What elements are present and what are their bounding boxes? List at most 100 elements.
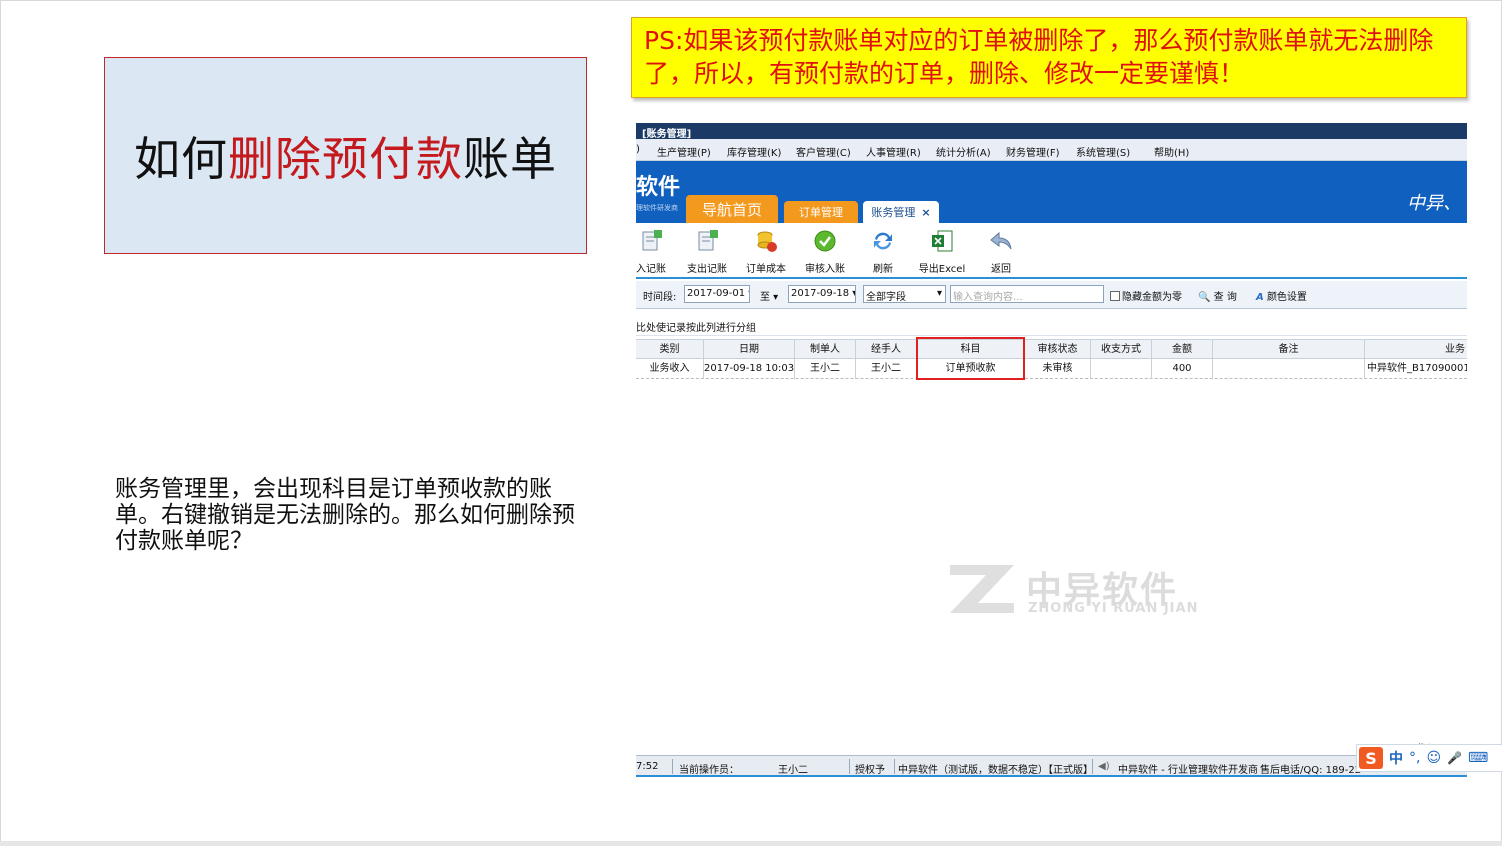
close-icon[interactable]: × <box>921 206 930 219</box>
menu-bar: ) 生产管理(P) 库存管理(K) 客户管理(C) 人事管理(R) 统计分析(A… <box>636 139 1467 161</box>
banner-signature: 中异、 <box>1407 193 1461 214</box>
hide-zero-checkbox[interactable]: 隐藏金额为零 <box>1110 288 1182 303</box>
table-cell: 王小二 <box>856 359 917 379</box>
export-excel-button[interactable]: 导出Excel <box>917 229 967 275</box>
menu-item-help[interactable]: 帮助(H) <box>1154 144 1189 159</box>
slide-title-box: 如何删除预付款账单 <box>104 57 587 254</box>
table-header: 类别 日期 制单人 经手人 科目 审核状态 收支方式 金额 备注 业务 <box>636 339 1467 360</box>
table-cell: 中异软件_B17090001 <box>1367 363 1467 374</box>
slide-bottom-bar <box>0 841 1502 846</box>
checkbox-icon <box>1110 291 1120 301</box>
title-part-2: 账单 <box>463 131 557 186</box>
title-part-red: 删除预付款 <box>228 131 463 186</box>
table-cell: 400 <box>1152 359 1213 379</box>
tab-home[interactable]: 导航首页 <box>686 195 778 223</box>
table-cell: 业务收入 <box>636 359 704 379</box>
income-record-button[interactable]: 入记账 <box>636 229 676 275</box>
menu-item-finance[interactable]: 财务管理(F) <box>1006 144 1060 159</box>
table-row[interactable]: 业务收入 2017-09-18 10:03 王小二 王小二 订单预收款 未审核 … <box>636 359 1467 379</box>
table-cell <box>1091 359 1152 379</box>
field-select[interactable]: 全部字段 ▾ <box>863 285 946 303</box>
app-screenshot: [账务管理] ) 生产管理(P) 库存管理(K) 客户管理(C) 人事管理(R)… <box>636 123 1467 778</box>
check-circle-icon <box>814 230 836 252</box>
palette-icon: A <box>1256 292 1264 303</box>
toolbar-label: 订单成本 <box>746 264 786 275</box>
back-button[interactable]: 返回 <box>976 229 1026 275</box>
search-button-label: 查 询 <box>1213 292 1237 303</box>
date-from-picker[interactable]: 2017-09-01 ▾ <box>684 285 750 303</box>
watermark: 中异软件 ZHONG YI RUAN JIAN <box>948 561 1228 621</box>
toolbar-label: 导出Excel <box>918 264 966 275</box>
title-part-1: 如何 <box>134 131 228 186</box>
speaker-icon: ◀) <box>1098 761 1110 772</box>
menu-item-inventory[interactable]: 库存管理(K) <box>727 144 781 159</box>
color-settings-label: 颜色设置 <box>1266 292 1307 303</box>
watermark-en: ZHONG YI RUAN JIAN <box>1028 601 1199 616</box>
column-header[interactable]: 金额 <box>1152 340 1213 360</box>
microphone-icon[interactable]: 🎤 <box>1447 751 1462 765</box>
column-header[interactable]: 经手人 <box>856 340 917 360</box>
expense-record-button[interactable]: 支出记账 <box>682 229 732 275</box>
column-header[interactable]: 制单人 <box>795 340 856 360</box>
date-to-value: 2017-09-18 <box>791 288 850 299</box>
menu-item-statistics[interactable]: 统计分析(A) <box>936 144 991 159</box>
status-separator <box>1092 759 1093 774</box>
ime-toolbar[interactable]: S 中 °, ☺ 🎤 ⌨ <box>1356 744 1502 772</box>
status-company: 中异软件 - 行业管理软件开发商 <box>1118 765 1258 776</box>
banner-subtitle: 理软件研发商 <box>636 204 678 212</box>
keyboard-icon[interactable]: ⌨ <box>1468 750 1488 766</box>
table-divider <box>636 335 1467 336</box>
menu-item-production[interactable]: 生产管理(P) <box>657 144 711 159</box>
menu-item-customer[interactable]: 客户管理(C) <box>796 144 851 159</box>
toolbar-label: 返回 <box>991 264 1011 275</box>
refresh-button[interactable]: 刷新 <box>858 229 908 275</box>
subject-column-highlight <box>916 337 1025 380</box>
column-header[interactable]: 备注 <box>1213 340 1365 360</box>
column-header[interactable]: 收支方式 <box>1091 340 1152 360</box>
column-header[interactable]: 类别 <box>636 340 704 360</box>
column-header[interactable]: 审核状态 <box>1025 340 1091 360</box>
zhongyi-logo-icon <box>950 565 1014 613</box>
table-cell: 王小二 <box>795 359 856 379</box>
banner-logo: 软件 <box>636 175 681 200</box>
search-input[interactable]: 输入查询内容... <box>950 285 1104 303</box>
to-label-text: 至 <box>760 292 770 303</box>
window-caption: [账务管理] <box>636 123 1467 140</box>
toolbar-label: 入记账 <box>636 264 666 275</box>
color-settings-button[interactable]: A 颜色设置 <box>1256 288 1307 303</box>
ime-language[interactable]: 中 <box>1389 748 1403 768</box>
date-to-picker[interactable]: 2017-09-18 ▾ <box>788 285 856 303</box>
column-header[interactable]: 业务 <box>1365 340 1467 360</box>
refresh-icon <box>874 232 892 250</box>
chevron-down-icon: ▾ <box>936 288 942 299</box>
filter-bar: 时间段: 2017-09-01 ▾ 至 ▾ 2017-09-18 ▾ 全部字段 ▾… <box>636 281 1467 309</box>
column-header[interactable]: 日期 <box>704 340 795 360</box>
toolbar: 入记账 支出记账 订单成本 审核入账 刷新 导出Excel 返回 <box>636 223 1467 279</box>
slide-title: 如何删除预付款账单 <box>134 123 557 189</box>
document-add-icon <box>698 230 718 251</box>
menu-item[interactable]: ) <box>636 144 640 155</box>
status-time: 7:52 <box>636 761 659 772</box>
tab-finance-management[interactable]: 账务管理 × <box>863 201 939 223</box>
search-icon: 🔍 <box>1198 292 1211 303</box>
order-cost-button[interactable]: 订单成本 <box>741 229 791 275</box>
menu-item-hr[interactable]: 人事管理(R) <box>866 144 921 159</box>
to-label: 至 ▾ <box>760 292 779 303</box>
toolbar-label: 审核入账 <box>805 264 845 275</box>
search-button[interactable]: 🔍 查 询 <box>1198 288 1237 303</box>
status-operator: 王小二 <box>778 765 808 776</box>
status-bar: 7:52 当前操作员： 王小二 授权予 中异软件（测试版，数据不稳定）【正式版】… <box>636 755 1467 777</box>
audit-entry-button[interactable]: 审核入账 <box>800 229 850 275</box>
sogou-logo-icon[interactable]: S <box>1359 747 1383 769</box>
tab-order-management[interactable]: 订单管理 <box>784 201 858 223</box>
date-from-value: 2017-09-01 <box>687 288 746 299</box>
back-arrow-icon <box>990 231 1012 250</box>
emoji-icon[interactable]: ☺ <box>1426 750 1441 766</box>
menu-item-system[interactable]: 系统管理(S) <box>1076 144 1130 159</box>
document-add-icon <box>642 230 662 251</box>
toolbar-label: 支出记账 <box>687 264 727 275</box>
status-version: 中异软件（测试版，数据不稳定）【正式版】 <box>898 765 1093 776</box>
tab-finance-label: 账务管理 <box>871 206 916 219</box>
ime-punctuation[interactable]: °, <box>1409 750 1420 766</box>
excel-icon <box>932 230 953 252</box>
